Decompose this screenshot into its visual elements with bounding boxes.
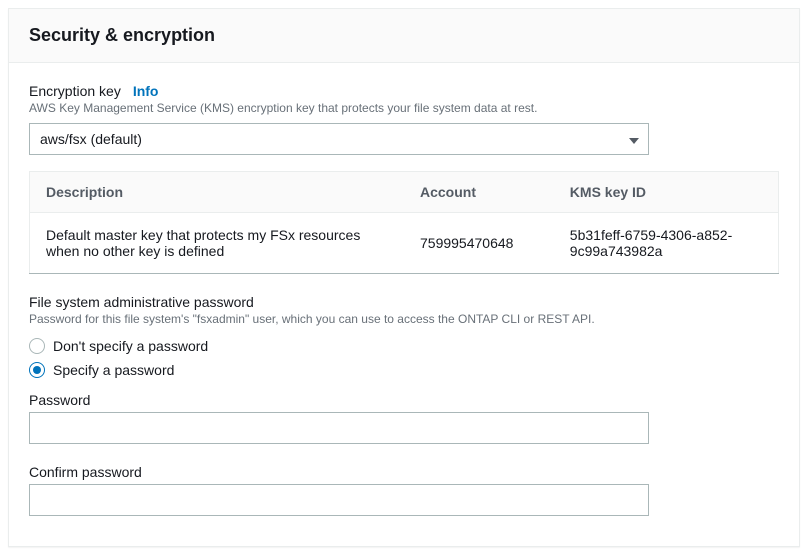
encryption-key-label: Encryption key bbox=[29, 83, 121, 99]
info-link[interactable]: Info bbox=[133, 83, 159, 99]
encryption-key-select[interactable]: aws/fsx (default) bbox=[29, 123, 649, 155]
table-header-row: Description Account KMS key ID bbox=[30, 172, 779, 213]
radio-dont-specify-label: Don't specify a password bbox=[53, 338, 208, 354]
encryption-key-field: Encryption key Info AWS Key Management S… bbox=[29, 83, 779, 274]
panel-body: Encryption key Info AWS Key Management S… bbox=[9, 63, 799, 546]
admin-password-section: File system administrative password Pass… bbox=[29, 294, 779, 526]
radio-specify[interactable]: Specify a password bbox=[29, 358, 779, 382]
admin-password-radio-group: Don't specify a password Specify a passw… bbox=[29, 334, 779, 382]
kms-key-table: Description Account KMS key ID Default m… bbox=[29, 171, 779, 274]
radio-icon bbox=[29, 338, 45, 354]
radio-icon bbox=[29, 362, 45, 378]
encryption-key-select-value: aws/fsx (default) bbox=[29, 123, 649, 155]
password-input[interactable] bbox=[29, 412, 649, 444]
radio-specify-label: Specify a password bbox=[53, 362, 174, 378]
cell-account: 759995470648 bbox=[404, 213, 554, 274]
cell-description: Default master key that protects my FSx … bbox=[30, 213, 405, 274]
cell-key-id: 5b31feff-6759-4306-a852-9c99a743982a bbox=[554, 213, 779, 274]
radio-dont-specify[interactable]: Don't specify a password bbox=[29, 334, 779, 358]
col-header-account: Account bbox=[404, 172, 554, 213]
security-encryption-panel: Security & encryption Encryption key Inf… bbox=[8, 8, 800, 547]
confirm-password-input[interactable] bbox=[29, 484, 649, 516]
panel-title: Security & encryption bbox=[29, 25, 779, 46]
confirm-password-label: Confirm password bbox=[29, 464, 779, 480]
field-label-row: Encryption key Info bbox=[29, 83, 779, 99]
encryption-key-description: AWS Key Management Service (KMS) encrypt… bbox=[29, 101, 779, 115]
col-header-description: Description bbox=[30, 172, 405, 213]
admin-password-description: Password for this file system's "fsxadmi… bbox=[29, 312, 779, 326]
panel-header: Security & encryption bbox=[9, 9, 799, 63]
admin-password-label: File system administrative password bbox=[29, 294, 779, 310]
col-header-key-id: KMS key ID bbox=[554, 172, 779, 213]
password-label: Password bbox=[29, 392, 779, 408]
table-row: Default master key that protects my FSx … bbox=[30, 213, 779, 274]
